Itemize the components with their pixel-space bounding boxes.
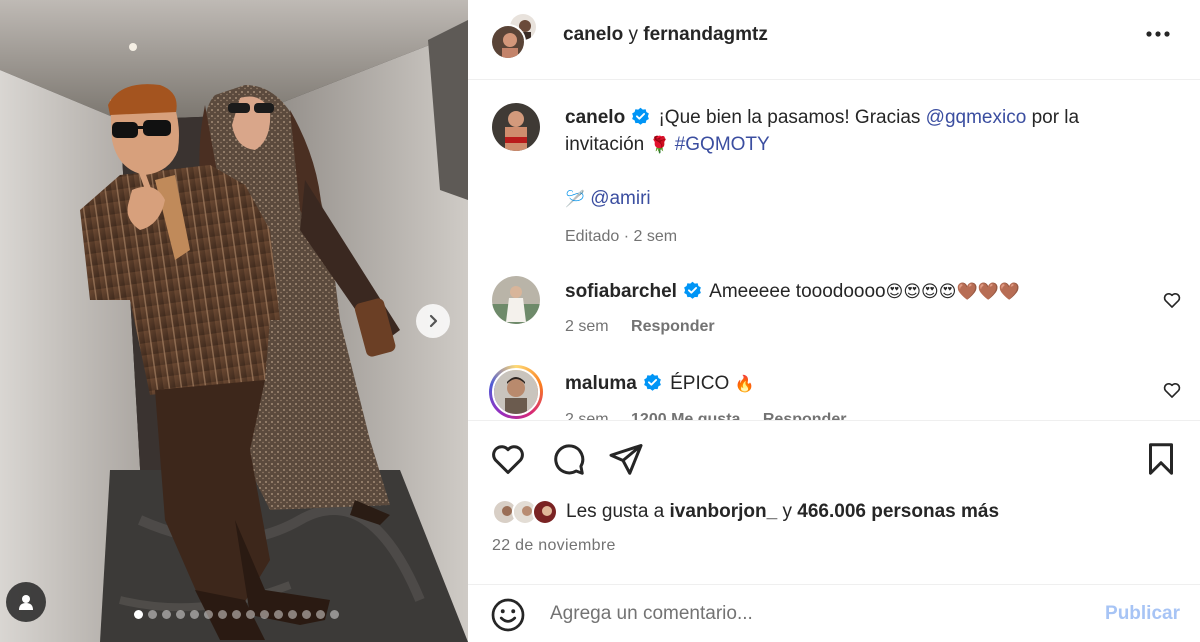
avatar-canelo-caption[interactable] [492,103,540,151]
comment-meta: 2 sem Responder [565,313,1160,340]
caption-text: ¡Que bien la pasamos! Gracias [658,107,921,128]
edited-label: Editado [565,228,620,245]
carousel-dot [315,610,325,619]
comment-username[interactable]: sofiabarchel [565,281,677,302]
caption-hashtag[interactable]: #GQMOTY [675,134,770,155]
like-comment-heart-icon[interactable] [1162,290,1182,310]
carousel-dot [287,610,297,619]
post-date[interactable]: 22 de noviembre [492,537,616,555]
carousel-dot [329,610,339,619]
carousel-dot [231,610,241,619]
caption-username[interactable]: canelo [565,107,625,128]
carousel-dot [203,610,213,619]
comments-list[interactable]: canelo ¡Que bien la pasamos! Gracias @gq… [468,81,1200,420]
caption-mention[interactable]: @gqmexico [926,107,1027,128]
carousel-dot [217,610,227,619]
likes-text: Les gusta a ivanborjon_ y 466.006 person… [566,501,999,523]
header-title: canelo y fernandagmtz [563,24,768,46]
rose-emoji: 🌹 [649,137,670,154]
comment-emojis: 😍😍😍😍🤎🤎🤎 [885,282,1020,301]
carousel-dot [273,610,283,619]
avatar-maluma [492,368,540,416]
post-actions: Les gusta a ivanborjon_ y 466.006 person… [468,420,1200,600]
user-icon [19,595,33,610]
verified-badge-icon [632,107,650,125]
comment-body: maluma ÉPICO 🔥 2 sem 1200 Me gusta Respo… [565,370,1160,420]
likes-user[interactable]: ivanborjon_ [670,501,778,522]
comment-composer: Publicar [468,584,1200,642]
comment-text: ÉPICO [670,373,730,394]
carousel-dot [175,610,185,619]
comment-body: sofiabarchel Ameeeee tooodoooo😍😍😍😍🤎🤎🤎 2 … [565,278,1160,340]
publish-button[interactable]: Publicar [1105,603,1180,625]
post-photo [0,0,468,642]
likes-count[interactable]: 466.006 personas más [797,501,999,522]
comment-likes[interactable]: 1200 Me gusta [631,411,740,420]
fire-emoji: 🔥 [734,376,755,393]
carousel-dot [147,610,157,619]
avatar-canelo[interactable] [490,24,526,60]
comment-username[interactable]: maluma [565,373,637,394]
chevron-right-icon [429,314,438,328]
header-user2[interactable]: fernandagmtz [643,24,768,45]
carousel-dot [133,610,143,619]
carousel-indicator [0,610,468,619]
verified-badge-icon [643,373,661,391]
more-options-icon[interactable] [1144,22,1172,46]
carousel-dot [161,610,171,619]
share-send-icon[interactable] [608,441,644,477]
like-heart-icon[interactable] [490,441,526,477]
comment-bubble-icon[interactable] [550,441,586,477]
comment-time[interactable]: 2 sem [565,411,609,420]
liker-avatar [532,499,558,525]
caption-tag-line: 🪡 @amiri [565,185,1160,213]
comment-text: Ameeeee tooodoooo [709,281,886,302]
likes-connector: y [782,501,793,522]
post-media[interactable] [0,0,468,642]
reply-button[interactable]: Responder [631,318,715,335]
carousel-dot [259,610,269,619]
carousel-dot [245,610,255,619]
save-bookmark-icon[interactable] [1143,441,1179,477]
carousel-next-button[interactable] [416,304,450,338]
header-connector: y [628,24,638,45]
comment-input[interactable] [550,597,1070,631]
header-user1[interactable]: canelo [563,24,623,45]
avatar-sofiabarchel[interactable] [492,276,540,324]
reply-button[interactable]: Responder [763,411,847,420]
like-comment-heart-icon[interactable] [1162,380,1182,400]
likes-prefix: Les gusta a [566,501,665,522]
emoji-picker-icon[interactable] [490,597,526,633]
comment-time[interactable]: 2 sem [565,318,609,335]
likes-summary[interactable]: Les gusta a ivanborjon_ y 466.006 person… [492,499,999,525]
caption-time[interactable]: 2 sem [633,228,677,245]
carousel-dot [301,610,311,619]
caption-tag-mention[interactable]: @amiri [590,188,650,209]
carousel-dot [189,610,199,619]
comment-meta: 2 sem 1200 Me gusta Responder [565,406,1160,420]
verified-badge-icon [684,281,701,299]
needle-emoji: 🪡 [565,191,585,208]
avatar-maluma-story-ring[interactable] [489,365,543,419]
caption-body: canelo ¡Que bien la pasamos! Gracias @gq… [565,104,1160,250]
caption-meta: Editado · 2 sem [565,228,678,245]
post-header: canelo y fernandagmtz [468,0,1200,80]
